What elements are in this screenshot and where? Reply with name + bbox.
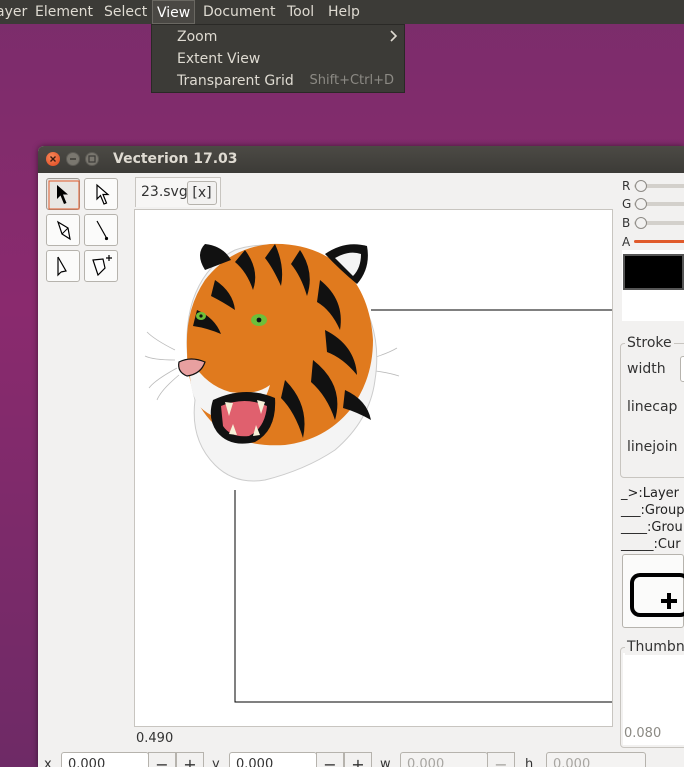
line-tool-button[interactable] [84, 214, 118, 246]
thumbnail-scale: 0.080 [624, 726, 662, 741]
menu-select[interactable]: Select [100, 0, 151, 24]
add-anchor-icon [57, 256, 67, 277]
zoom-level: 0.490 [136, 731, 174, 746]
red-label: R [622, 179, 631, 193]
minimize-icon[interactable] [66, 152, 80, 166]
alpha-label: A [622, 235, 631, 249]
add-layer-button[interactable] [622, 554, 684, 628]
layer-item-group-child[interactable]: ____:Grou [621, 520, 683, 535]
maximize-icon[interactable] [85, 152, 99, 166]
line-tool-icon [96, 220, 109, 241]
tab-close-button[interactable]: [x] [187, 181, 217, 205]
menu-item-zoom-label: Zoom [177, 29, 218, 45]
menu-item-extent-view[interactable]: Extent View [177, 48, 260, 70]
menu-tool[interactable]: Tool [283, 0, 318, 24]
window-title: Vecterion 17.03 [113, 151, 238, 167]
menu-element[interactable]: Element [31, 0, 97, 24]
color-swatch[interactable] [623, 254, 684, 290]
blue-label: B [622, 216, 631, 230]
pen-tool-button[interactable] [46, 214, 80, 246]
alpha-slider-track[interactable] [634, 240, 684, 243]
pen-tool-icon [56, 220, 71, 241]
y-decrement-button[interactable]: − [316, 752, 344, 767]
y-input[interactable]: 0.000 [229, 752, 317, 767]
stroke-width-label: width [627, 361, 666, 377]
w-decrement-button[interactable]: − [487, 752, 515, 767]
menu-item-transparent-grid-label: Transparent Grid [177, 73, 294, 89]
blue-slider-handle[interactable] [635, 217, 647, 229]
stroke-width-input[interactable] [680, 356, 684, 382]
menu-item-zoom[interactable]: Zoom [177, 26, 402, 48]
linejoin-label: linejoin [627, 439, 678, 455]
tab-23-svg[interactable]: 23.svg [x] [135, 177, 221, 207]
tiger-drawing [144, 243, 612, 703]
app-window: Vecterion 17.03 23.svg [x] 0.490 x 0.000… [38, 146, 684, 767]
window-titlebar[interactable]: Vecterion 17.03 [38, 146, 684, 173]
green-slider-handle[interactable] [635, 198, 647, 210]
shortcut-label: Shift+Ctrl+D [309, 73, 394, 88]
x-decrement-button[interactable]: − [148, 752, 176, 767]
x-input[interactable]: 0.000 [61, 752, 149, 767]
w-input[interactable]: 0.000 [400, 752, 488, 767]
x-increment-button[interactable]: + [176, 752, 204, 767]
node-select-tool-button[interactable] [84, 178, 118, 210]
y-label: y [212, 757, 220, 767]
select-tool-button[interactable] [46, 178, 80, 210]
add-node-tool-button[interactable] [84, 250, 118, 282]
add-layer-icon [630, 573, 684, 617]
chevron-right-icon [390, 30, 398, 42]
menu-item-transparent-grid[interactable]: Transparent Grid Shift+Ctrl+D [177, 70, 402, 92]
w-label: w [380, 757, 391, 767]
menu-help[interactable]: Help [324, 0, 364, 24]
add-node-icon [92, 255, 112, 277]
thumbnail-title: Thumbn [625, 639, 684, 655]
linecap-label: linecap [627, 399, 678, 415]
close-icon[interactable] [46, 152, 60, 166]
drawing-canvas[interactable] [134, 209, 613, 727]
select-arrow-icon [48, 180, 80, 210]
node-arrow-icon [96, 183, 110, 205]
h-input[interactable]: 0.000 [546, 752, 646, 767]
h-label: h [525, 757, 534, 767]
y-increment-button[interactable]: + [344, 752, 372, 767]
green-label: G [622, 197, 632, 211]
top-menubar: ayer Element Select View Document Tool H… [0, 0, 684, 24]
menu-document[interactable]: Document [199, 0, 280, 24]
layer-item-group[interactable]: ___:Group [621, 503, 684, 518]
stroke-title: Stroke [625, 335, 674, 351]
layer-item[interactable]: _>:Layer [621, 486, 679, 501]
view-menu-dropdown: Zoom Extent View Transparent Grid Shift+… [151, 24, 405, 93]
red-slider-handle[interactable] [635, 180, 647, 192]
menu-view[interactable]: View [152, 0, 196, 24]
tab-label: 23.svg [141, 184, 188, 200]
layer-item-curve[interactable]: _____:Cur [621, 537, 681, 552]
anchor-tool-button[interactable] [46, 250, 80, 282]
x-label: x [44, 757, 52, 767]
menu-layer[interactable]: ayer [0, 0, 31, 24]
